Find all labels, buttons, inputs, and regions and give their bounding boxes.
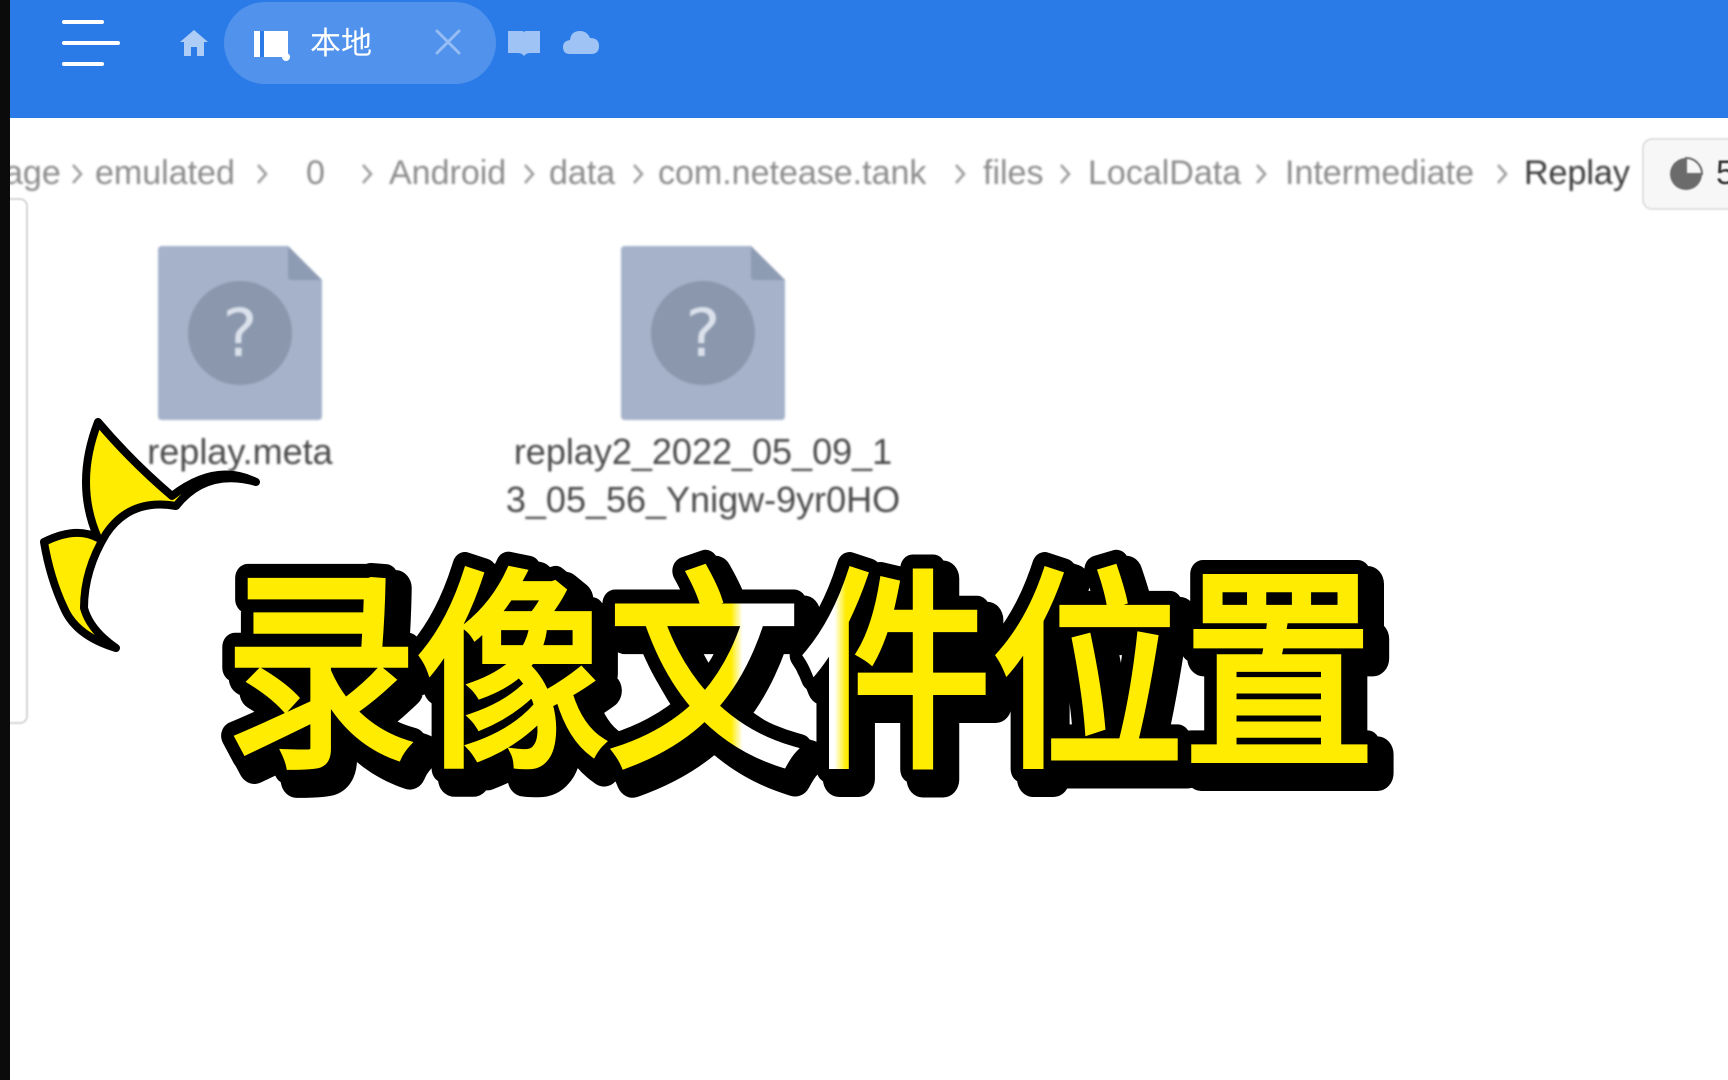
left-edge-strip — [0, 0, 10, 1080]
chevron-right-icon — [1256, 164, 1267, 184]
breadcrumb: age emulated 0 Android data com.netease.… — [0, 148, 1728, 198]
tab-local[interactable]: 本地 — [224, 2, 496, 84]
breadcrumb-item[interactable]: 0 — [306, 148, 325, 198]
chevron-right-icon — [72, 164, 83, 184]
menu-line — [62, 20, 104, 24]
storage-info-button[interactable]: 5 — [1642, 138, 1728, 210]
app-bar: 本地 — [10, 0, 1728, 118]
unknown-file-icon: ? — [621, 246, 785, 420]
svg-text:?: ? — [685, 295, 720, 372]
menu-line — [62, 62, 104, 66]
chevron-right-icon — [633, 164, 644, 184]
overlay-title-fill: 录像文件位置 — [225, 551, 1375, 800]
chevron-right-icon — [1060, 164, 1071, 184]
book-icon[interactable] — [506, 28, 542, 58]
breadcrumb-item[interactable]: emulated — [95, 148, 235, 198]
device-storage-icon — [254, 31, 290, 61]
tab-label: 本地 — [310, 26, 372, 62]
breadcrumb-item[interactable]: Intermediate — [1285, 148, 1474, 198]
file-name-line-1: replay2_2022_05_09_1 — [513, 431, 893, 472]
home-icon[interactable] — [176, 25, 212, 61]
chevron-right-icon — [1497, 164, 1508, 184]
breadcrumb-item[interactable]: Android — [389, 148, 506, 198]
unknown-file-icon: ? — [158, 246, 322, 420]
screen: 本地 age emulated 0 Android data com.netea… — [0, 0, 1728, 1080]
chevron-right-icon — [955, 164, 966, 184]
overlay-title: 录像文件位置 录像文件位置 录像文件位置 — [140, 537, 1460, 828]
side-panel-edge — [8, 198, 28, 724]
file-name-line-2: 3_05_56_Ynigw-9yr0HO — [505, 479, 901, 520]
storage-pie-icon — [1670, 156, 1704, 190]
chevron-right-icon — [362, 164, 373, 184]
breadcrumb-item-current[interactable]: Replay — [1524, 148, 1630, 198]
chevron-right-icon — [524, 164, 535, 184]
breadcrumb-item[interactable]: data — [549, 148, 615, 198]
storage-text: 5 — [1716, 154, 1728, 192]
chevron-right-icon — [257, 164, 268, 184]
breadcrumb-item[interactable]: LocalData — [1088, 148, 1241, 198]
breadcrumb-item[interactable]: age — [4, 148, 61, 198]
breadcrumb-item[interactable]: files — [983, 148, 1043, 198]
menu-icon[interactable] — [62, 20, 120, 68]
svg-text:?: ? — [222, 295, 257, 372]
overlay-title-art: 录像文件位置 录像文件位置 录像文件位置 — [211, 537, 1403, 828]
menu-line — [62, 41, 120, 45]
cloud-icon[interactable] — [562, 28, 600, 56]
breadcrumb-item[interactable]: com.netease.tank — [658, 148, 926, 198]
close-icon[interactable] — [430, 24, 466, 60]
